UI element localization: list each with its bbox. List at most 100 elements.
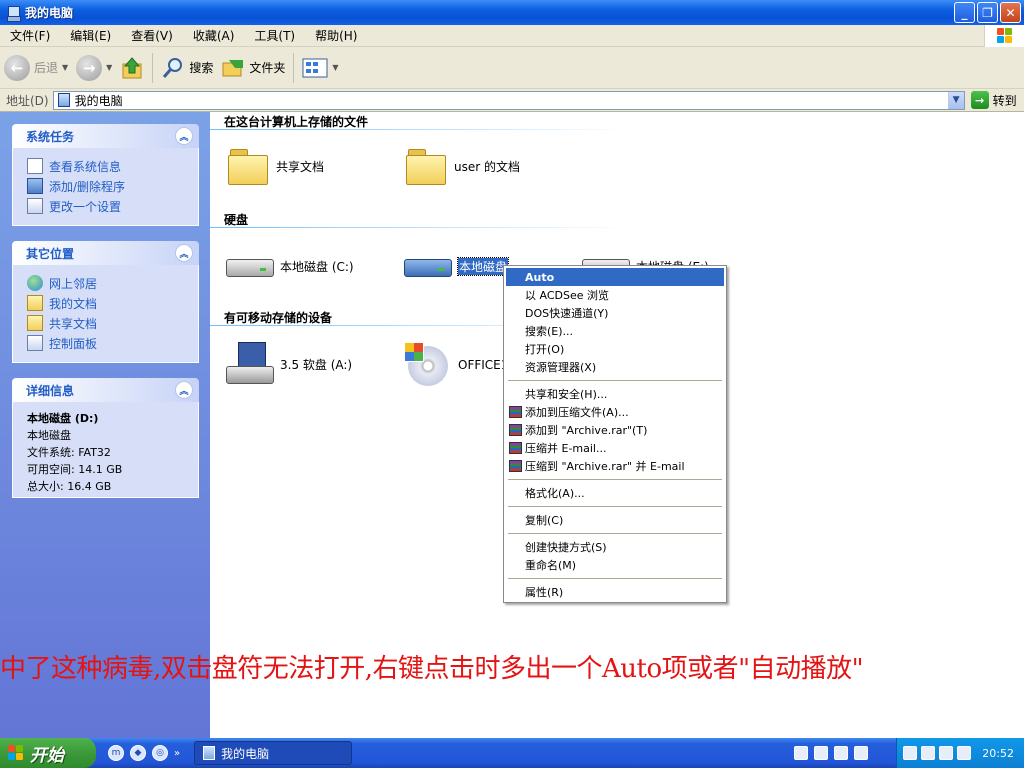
detail-drive-type: 本地磁盘 [27,429,71,442]
change-setting-link[interactable]: 更改一个设置 [27,196,198,216]
start-label: 开始 [30,745,64,766]
menu-bar: 文件(F) 编辑(E) 查看(V) 收藏(A) 工具(T) 帮助(H) [0,25,1024,47]
menu-favorites[interactable]: 收藏(A) [183,27,245,44]
menu-item-auto[interactable]: Auto [506,268,724,286]
views-button[interactable]: ▼ [298,51,342,85]
tray-app-icon[interactable] [903,746,917,760]
quick-launch-icon[interactable]: ◆ [130,745,146,761]
back-dropdown-icon[interactable]: ▼ [62,63,68,72]
floppy-drive-item[interactable]: 3.5 软盘 (A:) [226,342,352,386]
menu-tools[interactable]: 工具(T) [244,27,305,44]
menu-item-add-archive[interactable]: 添加到压缩文件(A)... [506,403,724,421]
removable-section-title: 有可移动存储的设备 [224,311,333,325]
address-bar: 地址(D) 我的电脑 ▼ → 转到 [0,89,1024,112]
tray-app-icon[interactable] [957,746,971,760]
help-icon[interactable] [854,746,868,760]
start-button[interactable]: 开始 [0,738,96,768]
menu-item-open[interactable]: 打开(O) [506,340,724,358]
menu-item-copy[interactable]: 复制(C) [506,511,724,529]
language-bar-icon[interactable] [834,746,848,760]
folders-button[interactable]: 文件夹 [217,51,289,85]
menu-item-sharing[interactable]: 共享和安全(H)... [506,385,724,403]
close-button[interactable]: ✕ [1000,2,1021,23]
user-documents-item[interactable]: user 的文档 [406,149,520,185]
tray-network-icon[interactable] [939,746,953,760]
link-label: 更改一个设置 [49,199,122,214]
toolbar-separator [293,52,295,83]
add-remove-programs-link[interactable]: 添加/删除程序 [27,176,198,196]
menu-item-dos[interactable]: DOS快速通道(Y) [506,304,724,322]
control-panel-link[interactable]: 控制面板 [27,333,198,353]
menu-item-label: 添加到 "Archive.rar"(T) [525,424,648,437]
system-tasks-header[interactable]: 系统任务 ︽ [12,124,199,148]
back-button[interactable]: ← 后退 ▼ [0,51,72,85]
go-button[interactable]: → 转到 [970,91,1017,109]
collapse-chevron-icon[interactable]: ︽ [175,127,193,145]
go-arrow-icon: → [970,91,989,109]
details-panel: 详细信息 ︽ 本地磁盘 (D:) 本地磁盘 文件系统: FAT32 可用空间: … [12,378,199,498]
menu-help[interactable]: 帮助(H) [305,27,367,44]
search-button[interactable]: 搜索 [157,51,217,85]
link-label: 共享文档 [49,316,98,331]
detail-free-space: 可用空间: 14.1 GB [27,463,123,476]
menu-item-explorer[interactable]: 资源管理器(X) [506,358,724,376]
address-dropdown-icon[interactable]: ▼ [947,91,964,109]
menu-item-add-rar[interactable]: 添加到 "Archive.rar"(T) [506,421,724,439]
keyboard-icon[interactable] [794,746,808,760]
context-menu: Auto 以 ACDSee 浏览 DOS快速通道(Y) 搜索(E)... 打开(… [503,265,727,603]
menu-item-create-shortcut[interactable]: 创建快捷方式(S) [506,538,724,556]
shared-documents-link[interactable]: 共享文档 [27,313,198,333]
other-places-header[interactable]: 其它位置 ︽ [12,241,199,265]
view-system-info-link[interactable]: 查看系统信息 [27,156,198,176]
cdrom-drive-item[interactable]: OFFICE11 [404,342,516,388]
detail-drive-name: 本地磁盘 (D:) [27,412,99,425]
hdd-section-title: 硬盘 [224,213,249,227]
back-label: 后退 [34,61,59,75]
address-input[interactable]: 我的电脑 ▼ [52,90,965,110]
menu-item-rename[interactable]: 重命名(M) [506,556,724,574]
search-label: 搜索 [189,61,214,75]
minimize-button[interactable]: _ [954,2,975,23]
quick-launch-icon[interactable]: ◎ [152,745,168,761]
pen-icon[interactable] [814,746,828,760]
taskbar-button-my-computer[interactable]: 我的电脑 [194,741,353,765]
details-body: 本地磁盘 (D:) 本地磁盘 文件系统: FAT32 可用空间: 14.1 GB… [12,402,199,498]
toolbar-separator [152,52,154,83]
menu-file[interactable]: 文件(F) [0,27,60,44]
forward-dropdown-icon[interactable]: ▼ [106,63,112,72]
drive-c-item[interactable]: 本地磁盘 (C:) [226,251,354,281]
winrar-icon [509,406,522,418]
maximize-button[interactable]: ❐ [977,2,998,23]
window-title: 我的电脑 [25,6,74,20]
menu-item-compress-rar-email[interactable]: 压缩到 "Archive.rar" 并 E-mail [506,457,724,475]
up-button[interactable] [116,51,148,85]
hard-drive-icon [226,251,274,281]
my-documents-link[interactable]: 我的文档 [27,293,198,313]
tray-app-icon[interactable] [921,746,935,760]
quick-launch-more-icon[interactable]: » [174,748,180,759]
title-bar[interactable]: 我的电脑 _ ❐ ✕ [0,0,1024,25]
shared-documents-item[interactable]: 共享文档 [228,149,325,185]
menu-item-search[interactable]: 搜索(E)... [506,322,724,340]
item-label: 本地磁盘 [456,256,510,276]
views-dropdown-icon: ▼ [332,63,339,72]
go-label: 转到 [992,93,1017,108]
folder-icon [406,149,446,185]
network-places-link[interactable]: 网上邻居 [27,273,198,293]
drive-d-item[interactable]: 本地磁盘 [404,251,510,281]
collapse-chevron-icon[interactable]: ︽ [175,244,193,262]
menu-view[interactable]: 查看(V) [121,27,183,44]
section-divider [210,129,630,130]
menu-item-properties[interactable]: 属性(R) [506,583,724,601]
item-label: 共享文档 [276,159,325,174]
quick-launch-icon[interactable]: m [108,745,124,761]
tray-toolbar [794,738,868,768]
menu-edit[interactable]: 编辑(E) [60,27,121,44]
toolbar: ← 后退 ▼ → ▼ 搜索 文件夹 ▼ [0,47,1024,89]
details-header[interactable]: 详细信息 ︽ [12,378,199,402]
menu-item-format[interactable]: 格式化(A)... [506,484,724,502]
collapse-chevron-icon[interactable]: ︽ [175,381,193,399]
menu-item-compress-email[interactable]: 压缩并 E-mail... [506,439,724,457]
forward-button[interactable]: → ▼ [72,51,116,85]
menu-item-acdsee[interactable]: 以 ACDSee 浏览 [506,286,724,304]
